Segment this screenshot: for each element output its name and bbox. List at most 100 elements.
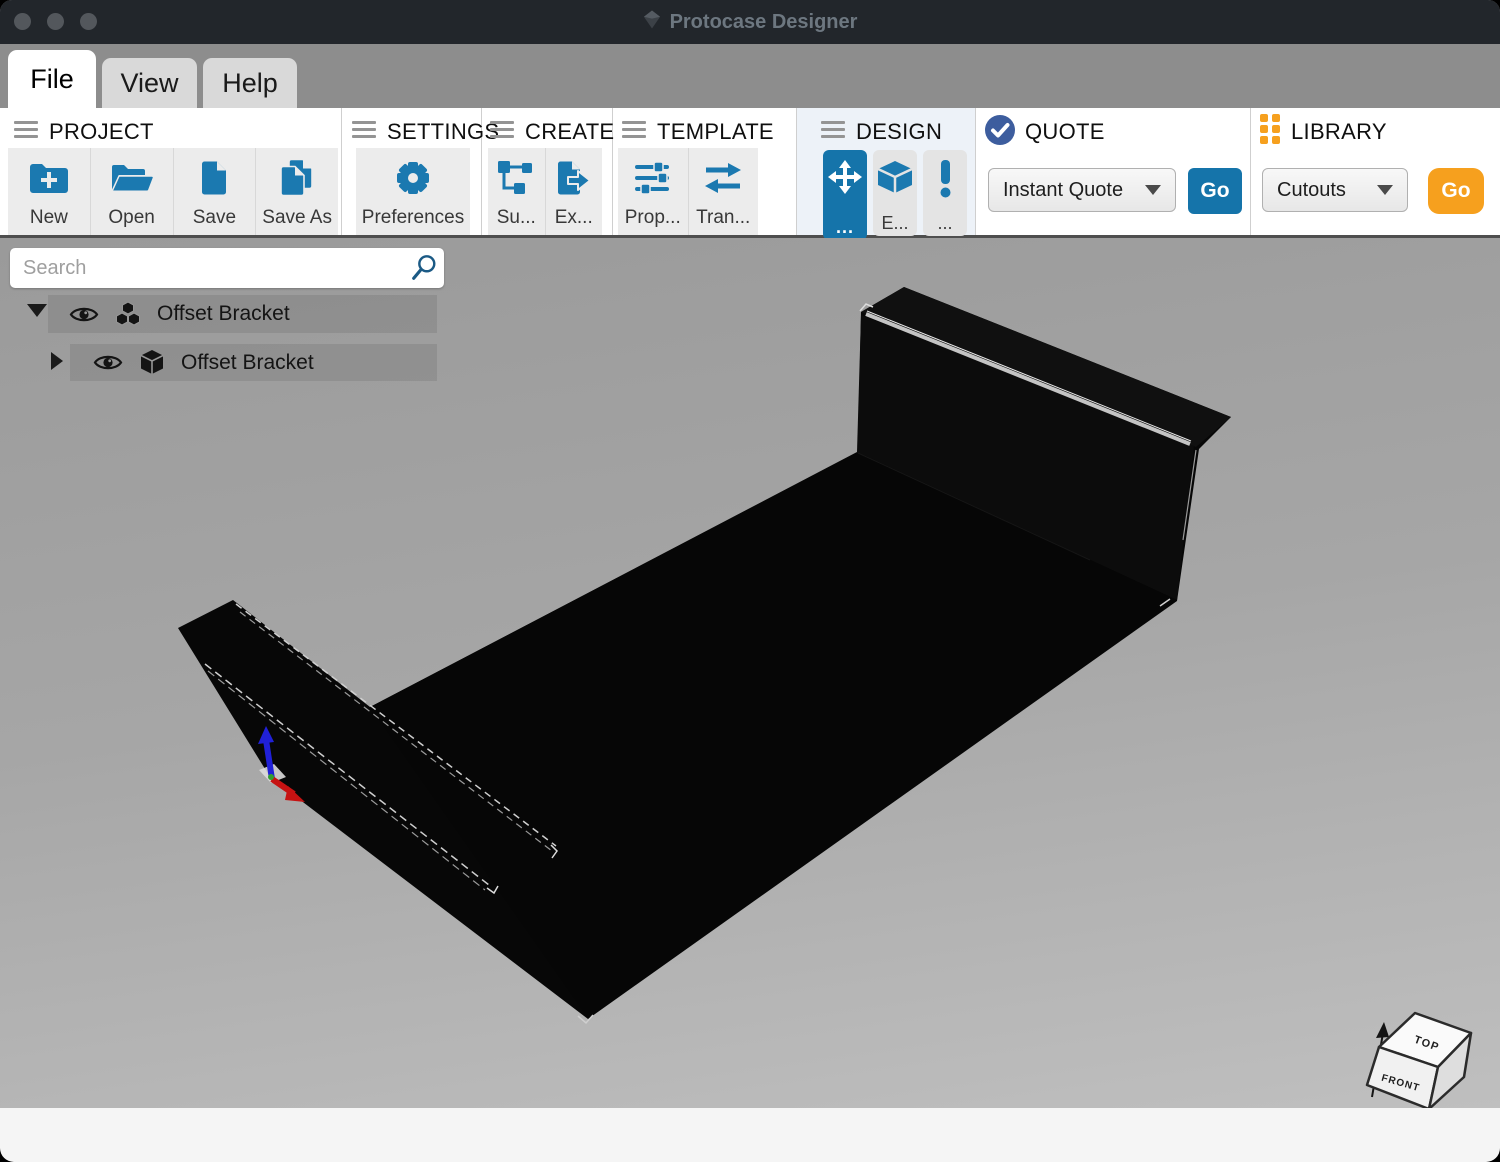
- exclamation-icon: [938, 160, 953, 203]
- window-close-button[interactable]: [14, 13, 31, 30]
- app-logo-icon: [643, 9, 661, 35]
- export-button[interactable]: Ex...: [546, 148, 603, 235]
- chevron-down-icon: [1377, 185, 1393, 195]
- tab-file-label: File: [30, 64, 74, 95]
- button-label: Tran...: [696, 207, 750, 229]
- button-label: ...: [836, 220, 854, 234]
- tree-expander-closed-icon[interactable]: [51, 352, 63, 370]
- transfer-button[interactable]: Tran...: [689, 148, 759, 235]
- visibility-eye-icon[interactable]: [93, 351, 123, 374]
- button-label: ...: [937, 216, 952, 230]
- part-cube-icon: [139, 349, 165, 376]
- quote-type-dropdown[interactable]: Instant Quote: [988, 168, 1176, 212]
- tab-view[interactable]: View: [102, 58, 197, 108]
- open-folder-icon: [110, 148, 154, 207]
- save-button[interactable]: Save: [174, 148, 257, 235]
- design-edit-button[interactable]: E...: [873, 150, 917, 236]
- template-section-header: TEMPLATE: [622, 117, 774, 147]
- tree-item-label: Offset Bracket: [181, 351, 314, 375]
- section-title: TEMPLATE: [657, 119, 774, 145]
- open-project-button[interactable]: Open: [91, 148, 174, 235]
- menu-tab-bar: File View Help: [0, 44, 1500, 108]
- create-section-header: CREATE: [490, 117, 614, 147]
- button-label: Prop...: [625, 207, 681, 229]
- new-project-button[interactable]: New: [8, 148, 91, 235]
- grid-dots-icon: [1260, 114, 1281, 150]
- button-label: Ex...: [555, 207, 593, 229]
- button-label: New: [30, 207, 68, 229]
- dropdown-selected-value: Cutouts: [1277, 179, 1346, 202]
- tree-row-part[interactable]: Offset Bracket: [70, 344, 437, 381]
- button-label: Open: [108, 207, 154, 229]
- move-arrows-icon: [828, 160, 862, 199]
- button-label: Save: [193, 207, 236, 229]
- cube-icon: [876, 160, 914, 199]
- project-section-header: PROJECT: [14, 117, 154, 147]
- go-button-label: Go: [1200, 179, 1229, 203]
- library-section-header: LIBRARY: [1260, 117, 1387, 147]
- search-icon[interactable]: [404, 254, 444, 282]
- chevron-down-icon: [1145, 185, 1161, 195]
- quote-go-button[interactable]: Go: [1188, 168, 1242, 214]
- properties-button[interactable]: Prop...: [618, 148, 689, 235]
- tab-view-label: View: [120, 68, 178, 99]
- section-divider: [341, 108, 342, 235]
- settings-section-header: SETTINGS: [352, 117, 499, 147]
- sliders-icon: [635, 148, 671, 207]
- preferences-button[interactable]: Preferences: [356, 148, 470, 235]
- save-as-documents-icon: [279, 148, 315, 207]
- window-zoom-button[interactable]: [80, 13, 97, 30]
- section-title: QUOTE: [1025, 119, 1105, 145]
- button-label: Preferences: [362, 207, 464, 229]
- tab-file[interactable]: File: [8, 50, 96, 108]
- 3d-viewport[interactable]: TOP FRONT: [0, 238, 1500, 1108]
- subassembly-nodes-icon: [498, 148, 534, 207]
- hamburger-menu-icon[interactable]: [821, 121, 845, 144]
- new-folder-icon: [29, 148, 69, 207]
- button-label: E...: [881, 216, 908, 230]
- section-title: SETTINGS: [387, 119, 499, 145]
- tree-expander-open-icon[interactable]: [27, 304, 47, 317]
- library-go-button[interactable]: Go: [1428, 168, 1484, 214]
- library-category-dropdown[interactable]: Cutouts: [1262, 168, 1408, 212]
- settings-buttons: Preferences: [356, 148, 470, 235]
- hamburger-menu-icon[interactable]: [14, 121, 38, 144]
- project-buttons: New Open Save: [8, 148, 338, 235]
- tree-item-label: Offset Bracket: [157, 302, 290, 326]
- export-document-icon: [556, 148, 592, 207]
- assembly-cubes-icon: [115, 301, 141, 328]
- window-minimize-button[interactable]: [47, 13, 64, 30]
- button-label: Save As: [262, 207, 332, 229]
- section-title: LIBRARY: [1291, 119, 1387, 145]
- hamburger-menu-icon[interactable]: [622, 121, 646, 144]
- subassembly-button[interactable]: Su...: [488, 148, 546, 235]
- check-circle-icon: [984, 114, 1016, 151]
- ribbon-toolbar: PROJECT New Open: [0, 108, 1500, 238]
- quote-section-header: QUOTE: [984, 117, 1105, 147]
- orientation-cube[interactable]: TOP FRONT: [1367, 1013, 1471, 1108]
- tree-row-assembly[interactable]: Offset Bracket: [48, 295, 437, 333]
- search-bar: [10, 248, 444, 288]
- hamburger-menu-icon[interactable]: [490, 121, 514, 144]
- design-section-header: DESIGN: [821, 117, 942, 147]
- design-alert-button[interactable]: ...: [923, 150, 967, 236]
- search-input[interactable]: [10, 257, 404, 280]
- design-section: DESIGN ...: [797, 108, 975, 235]
- tab-help-label: Help: [222, 68, 278, 99]
- section-divider: [1250, 108, 1251, 235]
- create-buttons: Su... Ex...: [488, 148, 602, 235]
- save-document-icon: [200, 148, 228, 207]
- window-title: Protocase Designer: [670, 11, 858, 34]
- section-divider: [975, 108, 976, 235]
- design-move-button[interactable]: ...: [823, 150, 867, 240]
- template-buttons: Prop... Tran...: [618, 148, 758, 235]
- save-as-button[interactable]: Save As: [256, 148, 338, 235]
- section-title: DESIGN: [856, 119, 942, 145]
- button-label: Su...: [497, 207, 536, 229]
- status-bar: [0, 1108, 1500, 1162]
- section-title: CREATE: [525, 119, 614, 145]
- hamburger-menu-icon[interactable]: [352, 121, 376, 144]
- tab-help[interactable]: Help: [203, 58, 297, 108]
- visibility-eye-icon[interactable]: [69, 303, 99, 326]
- title-bar: Protocase Designer: [0, 0, 1500, 44]
